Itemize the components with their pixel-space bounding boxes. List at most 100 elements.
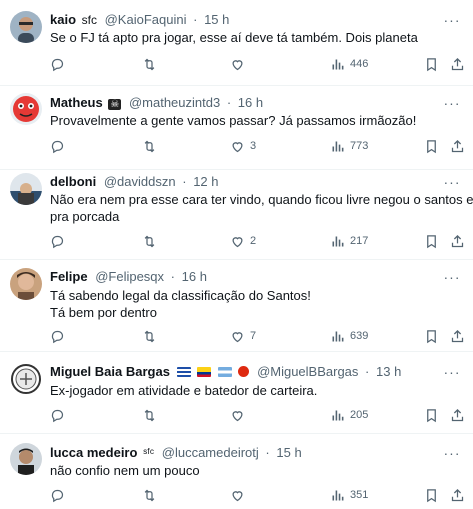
retweet-button[interactable]	[142, 232, 162, 250]
retweet-icon	[142, 57, 157, 72]
reply-text-line: Não era nem pra esse cara ter vindo, qua…	[50, 192, 473, 207]
bookmark-button[interactable]	[424, 232, 439, 250]
user-handle[interactable]: @Felipesqx	[95, 269, 164, 284]
views-icon	[330, 408, 345, 423]
display-name[interactable]: delboni	[50, 174, 96, 189]
avatar[interactable]	[10, 363, 42, 395]
like-button[interactable]	[230, 55, 250, 73]
reply-card[interactable]: delboni @daviddszn · 12 h ··· Não era ne…	[0, 170, 473, 260]
view-count: 446	[350, 58, 369, 70]
more-options-icon[interactable]: ···	[443, 268, 461, 286]
bookmark-button[interactable]	[424, 137, 439, 155]
reply-card[interactable]: Felipe @Felipesqx · 16 h ··· Tá sabendo …	[0, 260, 473, 352]
views-button[interactable]: 446	[330, 55, 368, 73]
avatar[interactable]	[10, 443, 42, 475]
retweet-button[interactable]	[142, 486, 162, 504]
views-button[interactable]: 205	[330, 406, 368, 424]
reply-card[interactable]: Miguel Baia Bargas @MiguelBBargas · 13 h…	[0, 352, 473, 434]
user-handle[interactable]: @KaioFaquini	[105, 12, 187, 27]
retweet-button[interactable]	[142, 406, 162, 424]
display-name[interactable]: Miguel Baia Bargas	[50, 364, 170, 379]
view-count: 217	[350, 235, 369, 247]
bookmark-button[interactable]	[424, 327, 439, 345]
retweet-button[interactable]	[142, 137, 162, 155]
views-button[interactable]: 773	[330, 137, 368, 155]
reply-feed: kaio ѕfс @KaioFaquini · 15 h ··· Se o FJ…	[0, 0, 473, 509]
user-handle[interactable]: @MiguelBBargas	[257, 364, 358, 379]
share-button[interactable]	[450, 486, 465, 504]
more-options-icon[interactable]: ···	[443, 173, 461, 191]
reply-text: Provavelmente a gente vamos passar? Já p…	[50, 112, 459, 129]
bookmark-icon	[424, 57, 439, 72]
action-bar: 446	[50, 55, 465, 73]
views-button[interactable]: 639	[330, 327, 368, 345]
share-button[interactable]	[450, 55, 465, 73]
retweet-button[interactable]	[142, 327, 162, 345]
more-options-icon[interactable]: ···	[443, 94, 461, 112]
avatar[interactable]	[10, 268, 42, 300]
reply-text-line: Tá bem por dentro	[50, 305, 157, 320]
timestamp[interactable]: 16 h	[182, 269, 207, 284]
retweet-button[interactable]	[142, 55, 162, 73]
share-button[interactable]	[450, 406, 465, 424]
avatar[interactable]	[10, 93, 42, 125]
reply-button[interactable]	[50, 55, 70, 73]
reply-text-line: Se o FJ tá apto pra jogar, esse aí deve …	[50, 30, 418, 45]
views-icon	[330, 329, 345, 344]
like-button[interactable]	[230, 406, 250, 424]
display-name[interactable]: Matheus	[50, 95, 103, 110]
more-options-icon[interactable]: ···	[443, 363, 461, 381]
display-name[interactable]: kaio	[50, 12, 76, 27]
avatar[interactable]	[10, 173, 42, 205]
reply-icon	[50, 488, 65, 503]
reply-button[interactable]	[50, 486, 70, 504]
reply-card[interactable]: Matheus ☠ @matheuzintd3 · 16 h ··· Prova…	[0, 86, 473, 170]
timestamp[interactable]: 15 h	[276, 445, 301, 460]
separator-dot: ·	[193, 12, 198, 27]
reply-button[interactable]	[50, 327, 70, 345]
display-name[interactable]: lucca medeiro	[50, 445, 137, 460]
bookmark-icon	[424, 234, 439, 249]
bookmark-button[interactable]	[424, 55, 439, 73]
like-button[interactable]: 2	[230, 232, 256, 250]
views-button[interactable]: 217	[330, 232, 368, 250]
share-button[interactable]	[450, 327, 465, 345]
view-count: 205	[350, 409, 369, 421]
reply-card[interactable]: kaio ѕfс @KaioFaquini · 15 h ··· Se o FJ…	[0, 0, 473, 86]
views-icon	[330, 139, 345, 154]
like-button[interactable]: 3	[230, 137, 256, 155]
like-button[interactable]	[230, 486, 250, 504]
more-options-icon[interactable]: ···	[443, 444, 461, 462]
reply-text-line: Ex-jogador em atividade e batedor de car…	[50, 383, 318, 398]
separator-dot: ·	[365, 364, 370, 379]
more-options-icon[interactable]: ···	[443, 11, 461, 29]
reply-button[interactable]	[50, 232, 70, 250]
reply-button[interactable]	[50, 137, 70, 155]
timestamp[interactable]: 13 h	[376, 364, 401, 379]
avatar[interactable]	[10, 11, 42, 43]
views-button[interactable]: 351	[330, 486, 368, 504]
action-bar: 351	[50, 486, 465, 504]
user-handle[interactable]: @daviddszn	[104, 174, 176, 189]
bookmark-button[interactable]	[424, 406, 439, 424]
share-icon	[450, 329, 465, 344]
user-handle[interactable]: @matheuzintd3	[129, 95, 220, 110]
like-button[interactable]: 7	[230, 327, 256, 345]
reply-card[interactable]: lucca medeiro ˢᶠᶜ @luccamedeirotj · 15 h…	[0, 434, 473, 509]
share-button[interactable]	[450, 232, 465, 250]
reply-button[interactable]	[50, 406, 70, 424]
view-count: 773	[350, 140, 369, 152]
view-count: 639	[350, 330, 369, 342]
view-count: 351	[350, 489, 369, 501]
reply-text: não confio nem um pouco	[50, 462, 459, 479]
display-name[interactable]: Felipe	[50, 269, 88, 284]
name-badge: ѕfс	[81, 13, 97, 27]
hong-kong-flag-icon	[238, 366, 250, 377]
bookmark-button[interactable]	[424, 486, 439, 504]
share-button[interactable]	[450, 137, 465, 155]
timestamp[interactable]: 12 h	[193, 174, 218, 189]
user-handle[interactable]: @luccamedeirotj	[162, 445, 259, 460]
timestamp[interactable]: 16 h	[238, 95, 263, 110]
reply-icon	[50, 329, 65, 344]
timestamp[interactable]: 15 h	[204, 12, 229, 27]
